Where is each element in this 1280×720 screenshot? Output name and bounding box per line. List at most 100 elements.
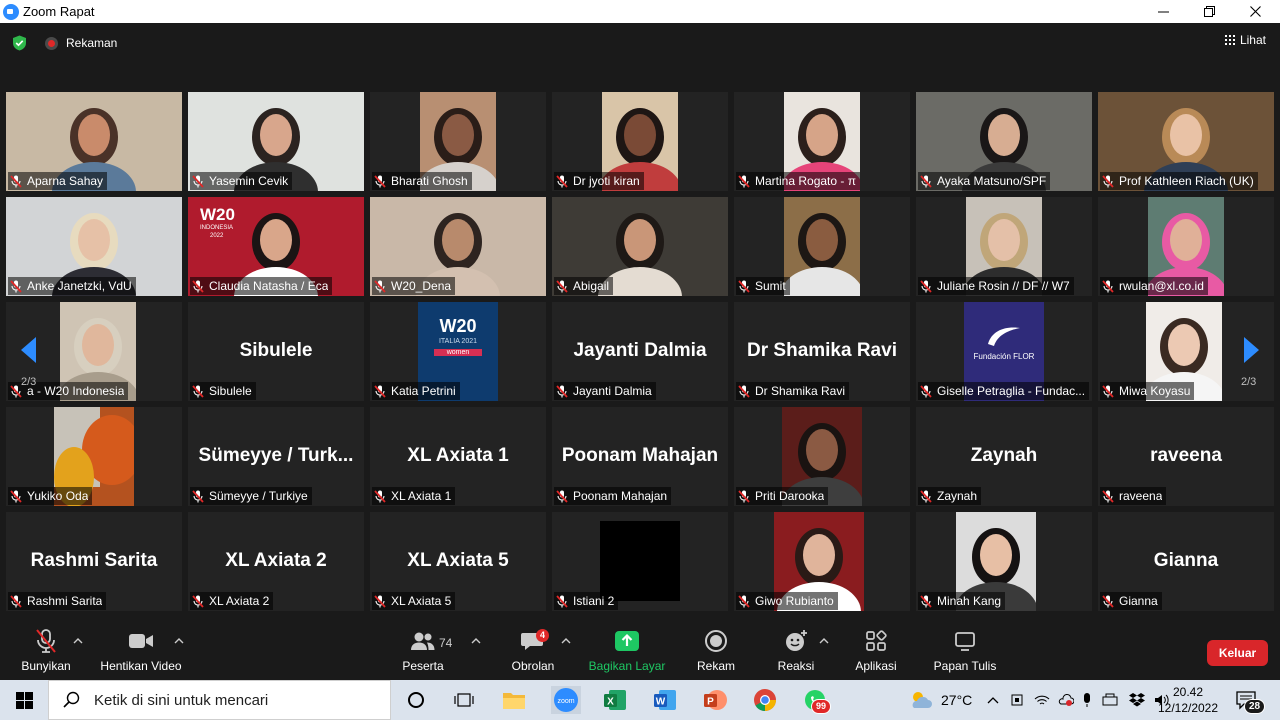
chat-button[interactable]: Obrolan [509,625,557,680]
stop-video-label: Hentikan Video [100,659,182,673]
leave-meeting-button[interactable]: Keluar [1207,640,1268,666]
participant-display-name: raveena [1150,445,1222,466]
close-window-button[interactable] [1232,0,1278,23]
participant-tile[interactable]: Abigail [552,197,728,296]
participant-tile[interactable]: raveena raveena [1098,407,1274,506]
cloud-sync-icon[interactable] [1058,693,1074,707]
participant-tile[interactable]: XL Axiata 1 XL Axiata 1 [370,407,546,506]
participant-tile[interactable]: Minah Kang [916,512,1092,611]
wifi-icon[interactable] [1034,693,1050,707]
whiteboard-label: Papan Tulis [933,659,997,673]
muted-mic-icon [374,489,386,503]
whiteboard-icon [955,632,975,651]
apps-button[interactable]: Aplikasi [853,625,899,680]
muted-mic-icon [192,489,204,503]
participant-tile[interactable]: Anke Janetzki, VdU [6,197,182,296]
reactions-options-caret-icon[interactable] [819,637,829,645]
participant-tile[interactable]: Gianna Gianna [1098,512,1274,611]
dropbox-icon[interactable] [1128,692,1146,708]
record-button[interactable]: Rekam [695,625,737,680]
clock[interactable]: 20.42 12/12/2022 [1156,680,1220,720]
recording-indicator-icon[interactable] [45,37,58,50]
stop-video-button[interactable]: Hentikan Video [96,625,186,680]
previous-page-arrow-icon[interactable] [18,335,38,365]
participant-tile[interactable]: Giwo Rubianto [734,512,910,611]
task-view-button[interactable] [450,686,478,714]
video-options-caret-icon[interactable] [174,637,184,645]
participant-name: XL Axiata 2 [209,594,270,608]
excel-icon: X [604,690,626,710]
participant-tile[interactable]: Aparna Sahay [6,92,182,191]
excel-taskbar-icon[interactable]: X [601,686,629,714]
participant-tile[interactable]: Dr Shamika Ravi Dr Shamika Ravi [734,302,910,401]
participant-tile[interactable]: Istiani 2 [552,512,728,611]
security-shield-icon[interactable] [12,35,27,51]
participant-tile[interactable]: Fundación FLOR Giselle Petraglia - Fundac… [916,302,1092,401]
start-button[interactable] [10,686,38,714]
participant-tile[interactable]: Martina Rogato - π [734,92,910,191]
weather-widget[interactable]: 27°C [908,680,972,720]
participant-name: Juliane Rosin // DF // W7 [937,279,1070,293]
participant-tile[interactable]: W20 ITALIA 2021 women Katia Petrini [370,302,546,401]
clock-time: 20.42 [1172,685,1204,699]
participant-name: Aparna Sahay [27,174,104,188]
participant-tile[interactable]: Yukiko Oda [6,407,182,506]
participant-tile[interactable]: Bharati Ghosh [370,92,546,191]
muted-mic-icon [10,279,22,293]
muted-mic-icon [738,279,750,293]
participant-tile[interactable]: W20 INDONESIA 2022 Claudia Natasha / Eca [188,197,364,296]
word-taskbar-icon[interactable]: W [651,686,679,714]
participant-tile[interactable]: Priti Darooka [734,407,910,506]
chat-options-caret-icon[interactable] [561,637,571,645]
device-icon[interactable] [1010,693,1024,707]
participant-tile[interactable]: Sibulele Sibulele [188,302,364,401]
participant-name-label: rwulan@xl.co.id [1100,277,1208,295]
participant-tile[interactable]: Juliane Rosin // DF // W7 [916,197,1092,296]
next-page-arrow-icon[interactable] [1242,335,1262,365]
file-explorer-taskbar-icon[interactable] [500,686,528,714]
view-button[interactable]: Lihat [1224,33,1266,47]
participant-tile[interactable]: Ayaka Matsuno/SPF [916,92,1092,191]
participant-display-name: Gianna [1153,550,1219,571]
powerpoint-taskbar-icon[interactable]: P [701,686,729,714]
cortana-button[interactable] [402,686,430,714]
restore-button[interactable] [1186,0,1232,23]
participant-tile[interactable]: Zaynah Zaynah [916,407,1092,506]
audio-options-caret-icon[interactable] [73,637,83,645]
taskbar-search-box[interactable]: Ketik di sini untuk mencari [48,680,391,720]
participant-tile[interactable]: Sümeyye / Turk... Sümeyye / Turkiye [188,407,364,506]
unmute-button[interactable]: Bunyikan [20,625,72,680]
whiteboard-button[interactable]: Papan Tulis [932,625,998,680]
participant-name: W20_Dena [391,279,452,293]
participant-tile[interactable]: XL Axiata 2 XL Axiata 2 [188,512,364,611]
zoom-taskbar-icon[interactable]: zoom [551,686,581,714]
show-hidden-icons-caret-icon[interactable] [986,695,1000,705]
task-view-icon [454,693,474,707]
chrome-taskbar-icon[interactable] [751,686,779,714]
bluetooth-device-icon[interactable] [1102,693,1118,707]
window-title: Zoom Rapat [23,4,95,19]
muted-mic-icon [556,174,568,188]
participant-tile[interactable]: Rashmi Sarita Rashmi Sarita [6,512,182,611]
share-screen-button[interactable]: Bagikan Layar [587,625,667,680]
participant-name: Yasemin Cevik [209,174,289,188]
participants-button[interactable]: Peserta [399,625,447,680]
participant-name: Giwo Rubianto [755,594,834,608]
microphone-tray-icon[interactable] [1082,692,1092,708]
reactions-button[interactable]: Reaksi [777,625,815,680]
participant-tile[interactable]: Poonam Mahajan Poonam Mahajan [552,407,728,506]
participant-tile[interactable]: Yasemin Cevik [188,92,364,191]
participant-tile[interactable]: Prof Kathleen Riach (UK) [1098,92,1274,191]
meeting-toolbar: Bunyikan Hentikan Video Peserta 74 Obrol… [0,625,1280,680]
minimize-button[interactable] [1140,0,1186,23]
participant-tile[interactable]: Jayanti Dalmia Jayanti Dalmia [552,302,728,401]
recording-label: Rekaman [66,36,118,50]
participant-tile[interactable]: Dr jyoti kiran [552,92,728,191]
participants-options-caret-icon[interactable] [471,637,481,645]
muted-mic-icon [920,594,932,608]
participant-tile[interactable]: XL Axiata 5 XL Axiata 5 [370,512,546,611]
muted-mic-icon [374,279,386,293]
participant-tile[interactable]: rwulan@xl.co.id [1098,197,1274,296]
participant-tile[interactable]: Sumit [734,197,910,296]
participant-tile[interactable]: W20_Dena [370,197,546,296]
